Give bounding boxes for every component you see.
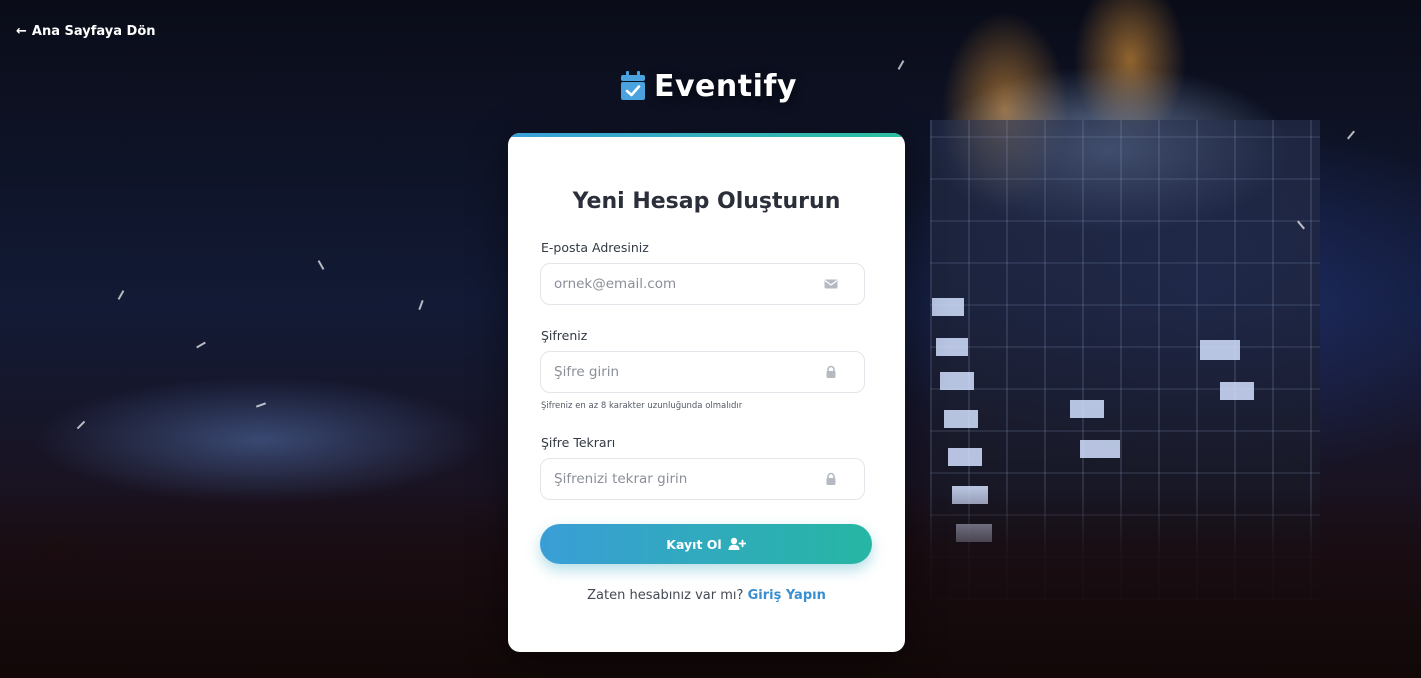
login-link[interactable]: Giriş Yapın [748,588,826,603]
back-link-label: Ana Sayfaya Dön [31,24,156,39]
email-label: E-posta Adresiniz [541,240,649,255]
back-to-home-link[interactable]: ← Ana Sayfaya Dön [16,24,156,39]
submit-label: Kayıt Ol [666,536,722,552]
password-field-wrapper [540,351,865,393]
arrow-left-icon: ← [16,24,27,39]
login-prompt-text: Zaten hesabınız var mı? [587,588,744,603]
lock-icon [826,365,836,378]
form-title: Yeni Hesap Oluşturun [572,189,841,214]
brand-name: Eventify [654,68,797,104]
card-accent-bar [508,133,905,137]
password-confirm-input[interactable] [541,460,811,498]
password-confirm-field-wrapper [540,458,865,500]
signup-submit-button[interactable]: Kayıt Ol [540,524,872,564]
login-prompt: Zaten hesabınız var mı? Giriş Yapın [508,588,905,603]
signup-card: Yeni Hesap Oluşturun E-posta Adresiniz Ş… [508,133,905,652]
envelope-icon [824,279,838,289]
password-label: Şifreniz [541,328,588,343]
password-confirm-label: Şifre Tekrarı [541,435,616,450]
password-input[interactable] [541,353,811,391]
password-hint: Şifreniz en az 8 karakter uzunluğunda ol… [541,401,743,411]
user-plus-icon [728,537,746,550]
lock-icon [826,472,836,485]
email-input[interactable] [541,265,811,303]
email-field-wrapper [540,263,865,305]
calendar-check-icon [621,71,645,100]
brand-logo: Eventify [620,66,797,106]
